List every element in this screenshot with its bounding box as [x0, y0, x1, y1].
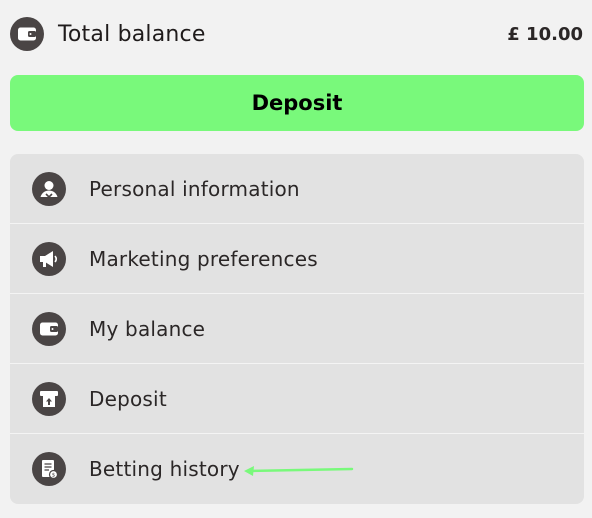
- total-balance-label: Total balance: [58, 21, 206, 47]
- deposit-button[interactable]: Deposit: [10, 75, 584, 131]
- menu-item-label: Deposit: [89, 386, 167, 411]
- wallet-icon: [32, 311, 66, 346]
- balance-amount: £ 10.00: [507, 23, 583, 45]
- user-icon: [32, 171, 66, 206]
- menu-item-label: Marketing preferences: [89, 246, 318, 271]
- total-balance-row: Total balance £ 10.00: [10, 14, 584, 54]
- atm-deposit-icon: [32, 381, 66, 416]
- menu-item-marketing-preferences[interactable]: Marketing preferences: [10, 224, 584, 294]
- account-menu: Personal information Marketing preferenc…: [10, 154, 584, 504]
- svg-text:$: $: [52, 472, 56, 478]
- menu-item-label: My balance: [89, 316, 206, 341]
- menu-item-label: Personal information: [89, 176, 300, 201]
- annotation-arrow: [244, 466, 354, 476]
- wallet-icon: [10, 17, 44, 51]
- menu-item-label: Betting history: [89, 456, 240, 481]
- menu-item-deposit[interactable]: Deposit: [10, 364, 584, 434]
- megaphone-icon: [32, 241, 66, 276]
- receipt-icon: $: [32, 451, 66, 486]
- menu-item-my-balance[interactable]: My balance: [10, 294, 584, 364]
- menu-item-personal-information[interactable]: Personal information: [10, 154, 584, 224]
